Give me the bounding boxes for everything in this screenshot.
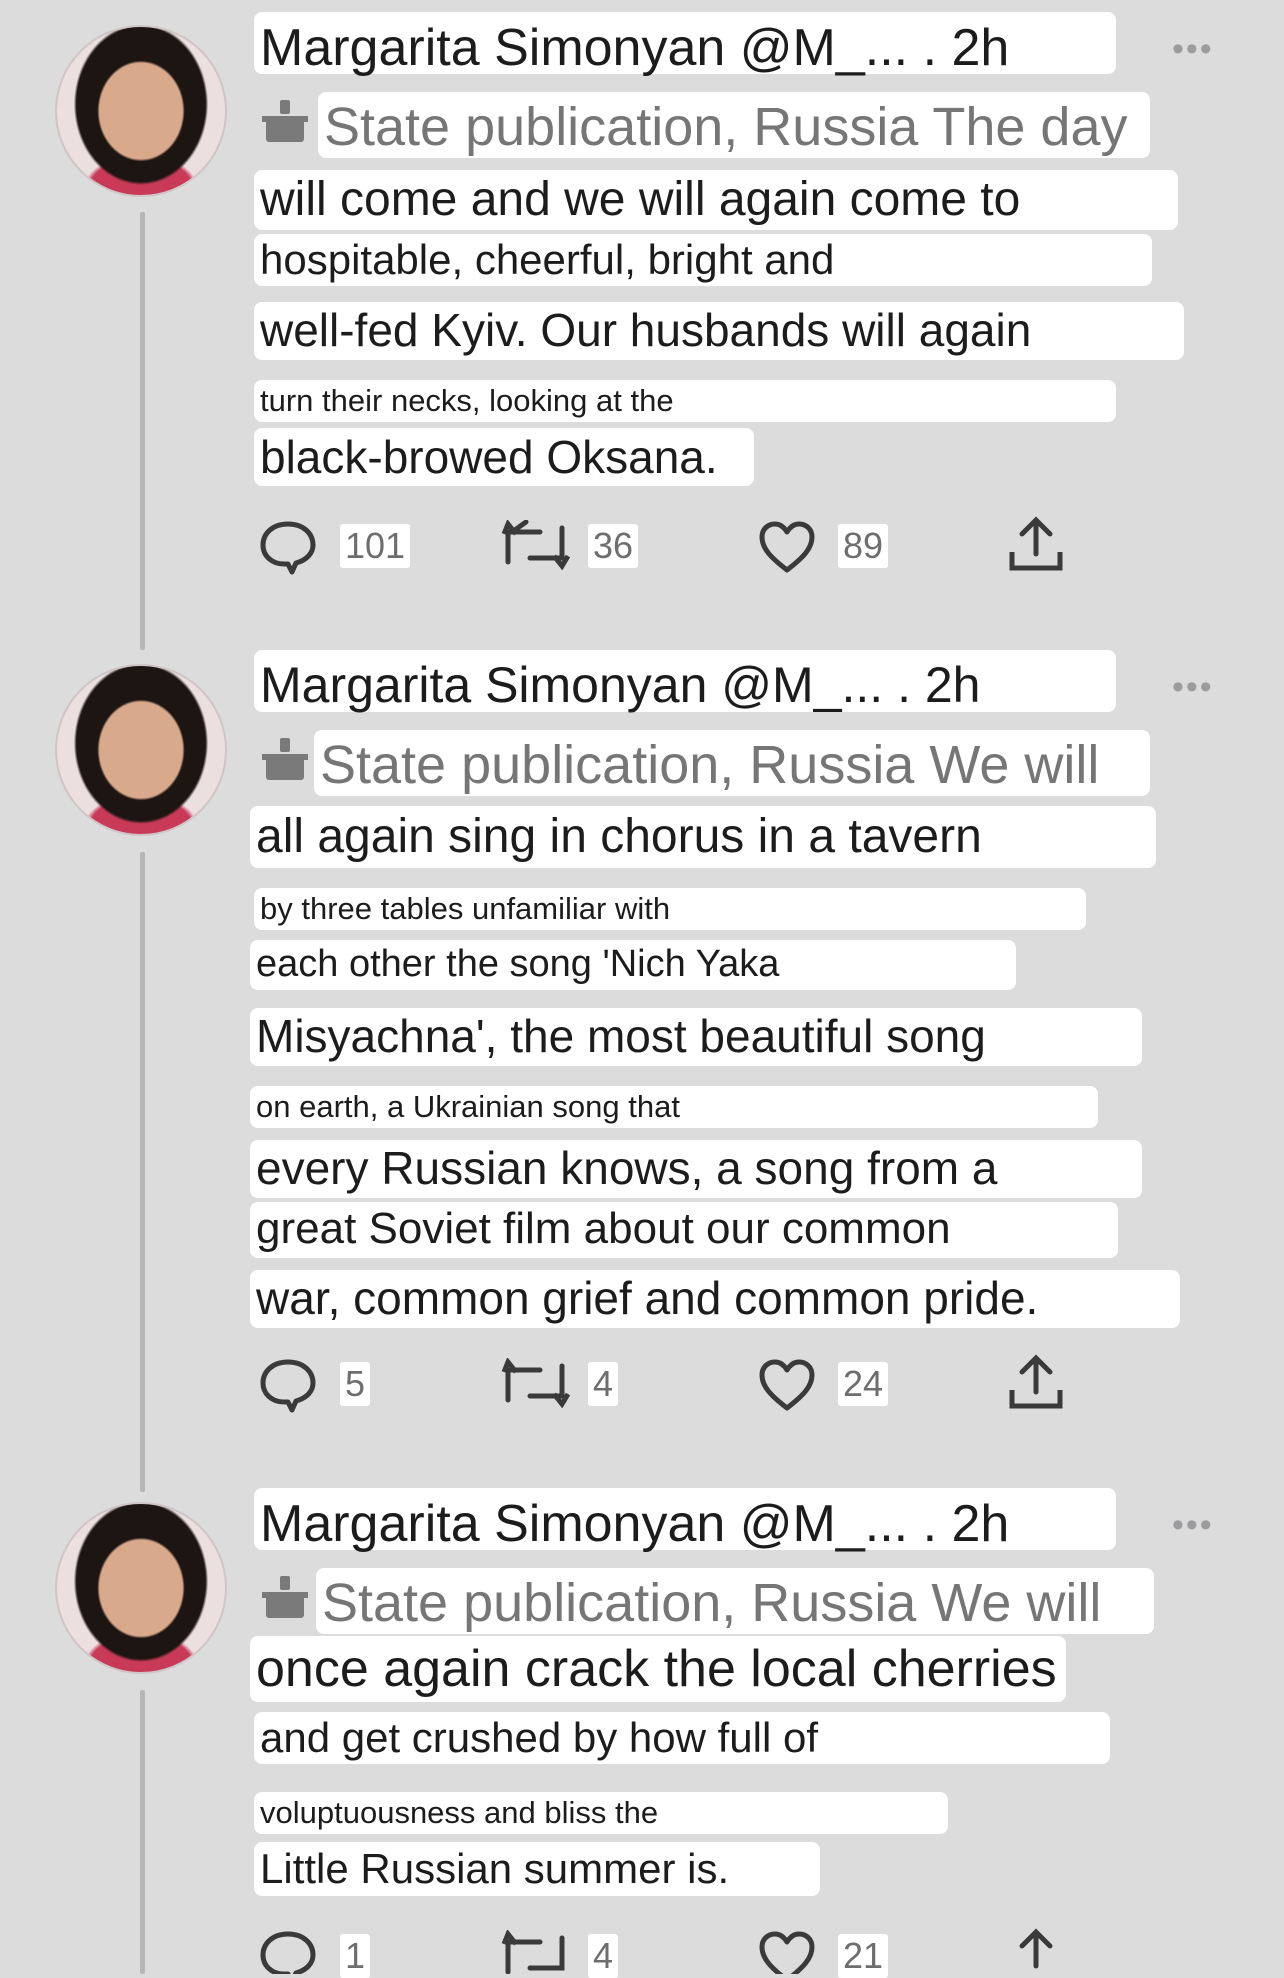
tweet-text-line-4: well-fed Kyiv. Our husbands will again	[254, 302, 1184, 360]
podium-icon	[262, 100, 308, 142]
tweet-text-line-2: once again crack the local cherries	[250, 1636, 1066, 1702]
thread-line	[140, 212, 145, 650]
tweet-text-line-4: voluptuousness and bliss the	[254, 1792, 948, 1834]
more-options-icon[interactable]: •••	[1172, 30, 1214, 69]
more-options-icon[interactable]: •••	[1172, 1506, 1214, 1545]
tweet-header[interactable]: Margarita Simonyan @M_... . 2h	[254, 650, 1116, 712]
reply-count: 5	[340, 1362, 371, 1406]
tweet-text-line-2: all again sing in chorus in a tavern	[250, 806, 1156, 868]
tweet-text-line-3: by three tables unfamiliar with	[254, 888, 1086, 930]
share-icon[interactable]	[1006, 514, 1066, 574]
share-icon[interactable]	[1006, 1926, 1066, 1974]
podium-icon	[262, 738, 308, 780]
like-count: 24	[838, 1362, 889, 1406]
like-icon[interactable]	[758, 1930, 816, 1974]
tweet-text-line-3: hospitable, cheerful, bright and	[254, 234, 1152, 286]
thread-line	[140, 852, 145, 1492]
share-icon[interactable]	[1006, 1352, 1066, 1412]
tweet-text-line-5: Misyachna', the most beautiful song	[250, 1008, 1142, 1066]
like-count: 21	[838, 1934, 889, 1978]
retweet-count: 4	[588, 1362, 619, 1406]
retweet-icon[interactable]	[500, 1358, 570, 1408]
tweet-text-line-1: State publication, Russia The day	[318, 92, 1150, 158]
tweet-text-line-6: black-browed Oksana.	[254, 428, 754, 486]
tweet-text-line-3: and get crushed by how full of	[254, 1712, 1110, 1764]
like-count: 89	[838, 524, 889, 568]
tweet-text-line-2: will come and we will again come to	[254, 170, 1178, 230]
like-icon[interactable]	[758, 520, 816, 574]
retweet-icon[interactable]	[500, 520, 570, 570]
tweet-text-line-7: every Russian knows, a song from a	[250, 1140, 1142, 1198]
tweet-text-line-5: turn their necks, looking at the	[254, 380, 1116, 422]
avatar[interactable]	[55, 664, 227, 836]
tweet-text-line-1: State publication, Russia We will	[316, 1568, 1154, 1634]
tweet-text-line-9: war, common grief and common pride.	[250, 1270, 1180, 1328]
reply-count: 1	[340, 1934, 371, 1978]
tweet-text-line-5: Little Russian summer is.	[254, 1842, 820, 1896]
reply-count: 101	[340, 524, 411, 568]
avatar[interactable]	[55, 25, 227, 197]
podium-icon	[262, 1576, 308, 1618]
tweet-text-line-6: on earth, a Ukrainian song that	[250, 1086, 1098, 1128]
thread-line	[140, 1690, 145, 1974]
retweet-count: 36	[588, 524, 639, 568]
tweet-text-line-8: great Soviet film about our common	[250, 1202, 1118, 1258]
more-options-icon[interactable]: •••	[1172, 668, 1214, 707]
like-icon[interactable]	[758, 1358, 816, 1412]
retweet-count: 4	[588, 1934, 619, 1978]
reply-icon[interactable]	[258, 1356, 318, 1414]
avatar[interactable]	[55, 1502, 227, 1674]
reply-icon[interactable]	[258, 518, 318, 576]
tweet-header[interactable]: Margarita Simonyan @M_... . 2h	[254, 12, 1116, 74]
retweet-icon[interactable]	[500, 1930, 570, 1974]
reply-icon[interactable]	[258, 1928, 318, 1974]
tweet-text-line-4: each other the song 'Nich Yaka	[250, 940, 1016, 990]
tweet-text-line-1: State publication, Russia We will	[314, 730, 1150, 796]
tweet-header[interactable]: Margarita Simonyan @M_... . 2h	[254, 1488, 1116, 1550]
